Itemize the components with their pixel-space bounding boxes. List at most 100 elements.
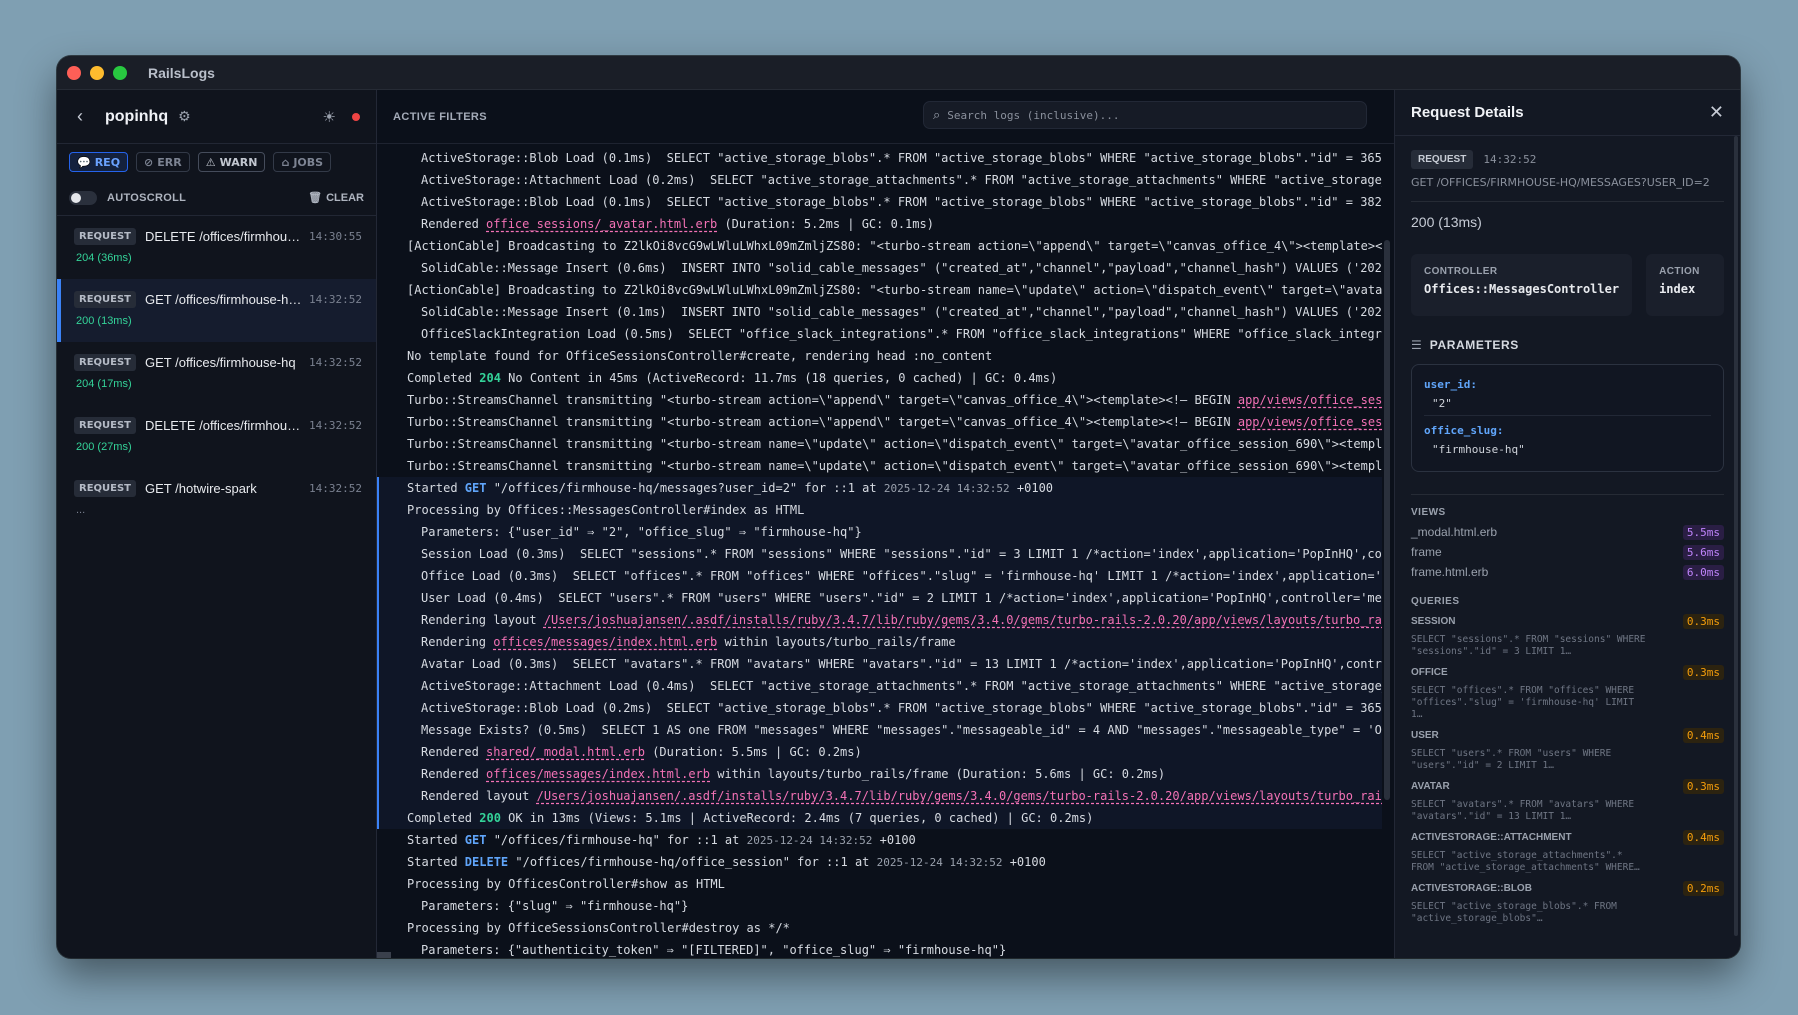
- log-line: User Load (0.4ms) SELECT "users".* FROM …: [377, 587, 1382, 609]
- title-bar: RailsLogs: [57, 56, 1740, 90]
- controller-card: CONTROLLER Offices::MessagesController: [1411, 254, 1633, 316]
- request-badge: REQUEST: [74, 417, 137, 434]
- log-horizontal-scrollbar[interactable]: [377, 952, 391, 958]
- trash-icon: 🗑: [308, 192, 323, 204]
- log-text: ActiveStorage::Blob Load (0.1ms) SELECT …: [421, 195, 1382, 209]
- parameter-item: user_id: "2": [1424, 375, 1711, 415]
- project-name: popinhq: [105, 107, 169, 125]
- autoscroll-toggle[interactable]: [69, 190, 97, 205]
- timestamp: 2025-12-24 14:32:52: [883, 482, 1010, 495]
- queries-title: QUERIES: [1411, 596, 1460, 607]
- template-link[interactable]: offices/messages/index.html.erb: [493, 635, 717, 649]
- template-link[interactable]: app/views/office_ses: [1238, 393, 1382, 407]
- view-item: frame.html.erb 6.0ms: [1411, 562, 1724, 582]
- http-method: GET: [464, 481, 487, 495]
- request-badge: REQUEST: [1411, 150, 1474, 169]
- log-text: No Content in 45ms (ActiveRecord: 11.7ms…: [500, 371, 1058, 385]
- request-path: GET /OFFICES/FIRMHOUSE-HQ/MESSAGES?USER_…: [1411, 176, 1710, 189]
- filter-err-button[interactable]: ⊘ ERR: [136, 152, 190, 172]
- template-link[interactable]: /Users/joshuajansen/.asdf/installs/ruby/…: [537, 789, 1382, 803]
- request-badge: REQUEST: [74, 291, 137, 308]
- log-line: Rendered offices/messages/index.html.erb…: [377, 763, 1382, 785]
- search-box[interactable]: ⌕: [923, 101, 1367, 129]
- log-scrollbar[interactable]: [1384, 240, 1390, 800]
- log-text: Started: [407, 855, 465, 869]
- log-text: "/offices/firmhouse-hq/office_session" f…: [508, 855, 877, 869]
- recording-indicator: [352, 112, 360, 121]
- log-text: Office Load (0.3ms) SELECT "offices".* F…: [421, 569, 1382, 583]
- warning-icon: ⚠: [205, 155, 216, 169]
- filter-req-button[interactable]: 💬 REQ: [69, 152, 129, 172]
- sun-icon[interactable]: ☀: [323, 108, 336, 126]
- log-line: Turbo::StreamsChannel transmitting "<tur…: [377, 411, 1382, 433]
- query-sql: SELECT "users".* FROM "users" WHERE "use…: [1411, 748, 1612, 771]
- views-title: VIEWS: [1411, 507, 1446, 518]
- log-line: Parameters: {"authenticity_token" ⇒ "[FI…: [377, 939, 1382, 958]
- action-value: index: [1659, 282, 1696, 296]
- template-link[interactable]: /Users/joshuajansen/.asdf/installs/ruby/…: [544, 613, 1382, 627]
- log-output[interactable]: ActiveStorage::Blob Load (0.1ms) SELECT …: [377, 144, 1394, 958]
- log-line: Avatar Load (0.3ms) SELECT "avatars".* F…: [377, 653, 1382, 675]
- log-line: ActiveStorage::Blob Load (0.1ms) SELECT …: [377, 147, 1382, 169]
- request-list-item[interactable]: REQUEST DELETE /offices/firmhouse-hq/offi…: [57, 405, 376, 468]
- status-code: 200: [479, 811, 501, 825]
- request-status: 204 (36ms): [76, 252, 132, 264]
- log-text: within layouts/turbo_rails/frame (Durati…: [710, 767, 1166, 781]
- log-line: Processing by OfficeSessionsController#d…: [377, 917, 1382, 939]
- parameters-box: user_id: "2" office_slug: "firmhouse-hq": [1411, 364, 1724, 472]
- log-text: Turbo::StreamsChannel transmitting "<tur…: [407, 437, 1382, 451]
- queries-list: SESSION 0.3ms SELECT "sessions".* FROM "se…: [1411, 614, 1724, 925]
- template-link[interactable]: app/views/office_ses: [1238, 415, 1382, 429]
- template-link[interactable]: office_sessions/_avatar.html.erb: [486, 217, 717, 231]
- request-path: GET /offices/firmhouse-hq: [145, 355, 296, 370]
- log-text: ActiveStorage::Blob Load (0.1ms) SELECT …: [421, 151, 1382, 165]
- log-line: Started GET "/offices/firmhouse-hq/messa…: [377, 477, 1382, 499]
- request-list-item[interactable]: REQUEST DELETE /offices/firmhouse-hq/offi…: [57, 216, 376, 279]
- request-details-panel: Request Details ✕ REQUEST 14:32:52 GET /…: [1394, 90, 1740, 958]
- parameter-item: office_slug: "firmhouse-hq": [1424, 415, 1711, 461]
- clear-button[interactable]: 🗑 CLEAR: [308, 191, 364, 205]
- parameter-value: "firmhouse-hq": [1432, 443, 1525, 456]
- gear-icon[interactable]: ⚙: [178, 108, 191, 125]
- request-list-item[interactable]: REQUEST GET /offices/firmhouse-hq 14:32:52…: [57, 342, 376, 405]
- filter-jobs-button[interactable]: ⌂ JOBS: [273, 152, 332, 172]
- filter-warn-button[interactable]: ⚠ WARN: [197, 152, 266, 172]
- log-text: Rendered: [421, 767, 487, 781]
- timestamp: 2025-12-24 14:32:52: [746, 834, 873, 847]
- query-sql: SELECT "active_storage_blobs".* FROM "ac…: [1411, 901, 1617, 924]
- log-text: OK in 13ms (Views: 5.1ms | ActiveRecord:…: [500, 811, 1094, 825]
- timestamp: 2025-12-24 14:32:52: [876, 856, 1003, 869]
- query-duration: 0.2ms: [1682, 881, 1724, 896]
- minimize-window-button[interactable]: [90, 65, 104, 80]
- parameter-key: user_id:: [1424, 378, 1477, 391]
- query-item: SESSION 0.3ms SELECT "sessions".* FROM "se…: [1411, 614, 1724, 658]
- log-line: Started GET "/offices/firmhouse-hq" for …: [377, 829, 1382, 851]
- template-link[interactable]: offices/messages/index.html.erb: [486, 767, 710, 781]
- log-line: Turbo::StreamsChannel transmitting "<tur…: [377, 389, 1382, 411]
- details-scrollbar[interactable]: [1734, 136, 1738, 936]
- request-list-item[interactable]: REQUEST GET /offices/firmhouse-hq/message…: [57, 279, 376, 342]
- query-duration: 0.4ms: [1682, 830, 1724, 845]
- back-icon[interactable]: ‹: [77, 106, 99, 127]
- query-name: AVATAR: [1411, 781, 1450, 792]
- request-list-item[interactable]: REQUEST GET /hotwire-spark 14:32:52...: [57, 468, 376, 531]
- zoom-window-button[interactable]: [113, 65, 127, 80]
- list-icon: ☰: [1411, 338, 1422, 352]
- query-sql: SELECT "sessions".* FROM "sessions" WHER…: [1411, 634, 1646, 657]
- query-name: OFFICE: [1411, 667, 1448, 678]
- template-link[interactable]: shared/_modal.html.erb: [486, 745, 645, 759]
- query-name: SESSION: [1411, 616, 1456, 627]
- view-duration: 5.5ms: [1682, 524, 1724, 540]
- close-icon[interactable]: ✕: [1709, 102, 1724, 123]
- log-text: ActiveStorage::Attachment Load (0.4ms) S…: [421, 679, 1382, 693]
- log-text: Rendering layout: [421, 613, 544, 627]
- search-input[interactable]: [947, 108, 1328, 122]
- log-line: [ActionCable] Broadcasting to Z2lkOi8vcG…: [377, 279, 1382, 301]
- log-line: Rendering layout /Users/joshuajansen/.as…: [377, 609, 1382, 631]
- query-duration: 0.3ms: [1682, 665, 1724, 680]
- log-line: Completed 204 No Content in 45ms (Active…: [377, 367, 1382, 389]
- log-text: +0100: [1009, 481, 1054, 495]
- log-text: [ActionCable] Broadcasting to Z2lkOi8vcG…: [407, 239, 1382, 253]
- close-window-button[interactable]: [67, 65, 81, 80]
- log-line: OfficeSlackIntegration Load (0.5ms) SELE…: [377, 323, 1382, 345]
